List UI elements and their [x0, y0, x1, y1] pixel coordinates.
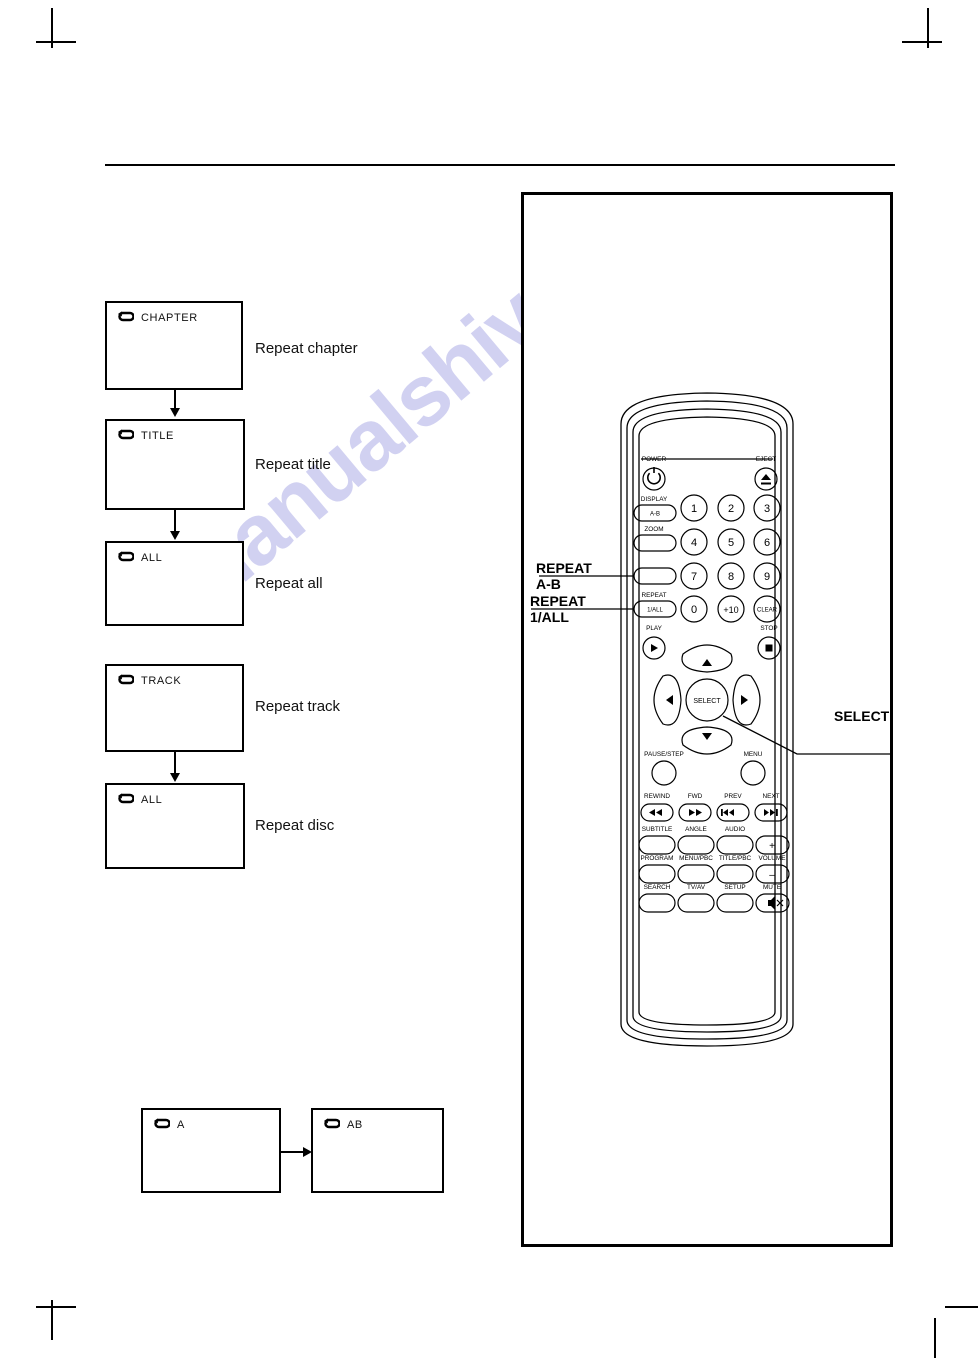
- osd-box-a: A: [141, 1108, 281, 1193]
- osd-box-track: TRACK: [105, 664, 244, 752]
- program-label: PROGRAM: [640, 855, 673, 862]
- osd-box-chapter: CHAPTER: [105, 301, 243, 390]
- flow-arrow-ab: [281, 1147, 312, 1157]
- caption-repeat-all: Repeat all: [255, 575, 323, 592]
- play-label: PLAY: [646, 625, 663, 632]
- number-1: 1: [691, 503, 697, 515]
- zoom-label: ZOOM: [644, 526, 663, 533]
- power-label: POWER: [642, 456, 667, 463]
- eject-icon-bar: [761, 482, 771, 485]
- crop-mark-top-left-v: [51, 8, 53, 48]
- repeat-caption-label: REPEAT: [641, 592, 666, 599]
- stop-label: STOP: [760, 625, 777, 632]
- title-label: TITLE/PBC: [719, 855, 752, 862]
- previous-icon-bar: [721, 809, 723, 816]
- tv-av-label: TV/AV: [687, 884, 706, 891]
- osd-box-all-dvd: ALL: [105, 541, 244, 626]
- volume-label: VOLUME: [759, 855, 786, 862]
- audio-label: AUDIO: [725, 826, 745, 833]
- display-label: DISPLAY: [641, 496, 668, 503]
- prev-label: PREV: [724, 793, 742, 800]
- manual-page: manualshive CHAPTER Repeat chapter TITLE…: [0, 0, 978, 1358]
- caption-repeat-track: Repeat track: [255, 698, 341, 715]
- osd-box-title: TITLE: [105, 419, 245, 510]
- select-button-label: SELECT: [693, 698, 721, 705]
- search-label: SEARCH: [644, 884, 671, 891]
- repeat-icon: [118, 551, 134, 562]
- mute-icon-x: [776, 899, 784, 907]
- mute-label: MUTE: [763, 884, 781, 891]
- callout-repeat-ab: REPEAT A-B: [536, 560, 592, 592]
- flow-arrow-3: [170, 752, 180, 782]
- repeat-icon: [324, 1118, 340, 1129]
- number-2: 2: [728, 503, 734, 515]
- next-icon-bar: [776, 809, 778, 816]
- volume-up-sign: +: [769, 841, 775, 852]
- number-4: 4: [691, 537, 697, 549]
- osd-box-ab: AB: [311, 1108, 444, 1193]
- number-5: 5: [728, 537, 734, 549]
- osd-label: ALL: [141, 551, 163, 564]
- number-7: 7: [691, 571, 697, 583]
- setup-label: SETUP: [724, 884, 745, 891]
- callout-repeat-1all: REPEAT 1/ALL: [530, 593, 586, 625]
- flow-arrow-2: [170, 510, 180, 540]
- number-9: 9: [764, 571, 770, 583]
- repeat-icon: [154, 1118, 170, 1129]
- ab-button-label: A-B: [650, 512, 660, 518]
- number-3: 3: [764, 503, 770, 515]
- crop-mark-bottom-right-h: [945, 1306, 978, 1308]
- crop-mark-bottom-left-v: [51, 1300, 53, 1340]
- caption-repeat-title: Repeat title: [255, 456, 331, 473]
- menu-label: MENU: [744, 751, 763, 758]
- rewind-label: REWIND: [644, 793, 670, 800]
- angle-label: ANGLE: [685, 826, 707, 833]
- header-rule: [105, 164, 895, 166]
- caption-repeat-chapter: Repeat chapter: [255, 340, 358, 357]
- osd-label: ALL: [141, 793, 163, 806]
- repeat-icon: [118, 674, 134, 685]
- crop-mark-top-right-h: [902, 41, 942, 43]
- pause-step-label: PAUSE/STEP: [644, 751, 684, 758]
- caption-repeat-disc: Repeat disc: [255, 817, 335, 834]
- forward-label: FWD: [688, 793, 703, 800]
- number-6: 6: [764, 537, 770, 549]
- osd-label: TRACK: [141, 674, 182, 687]
- eject-label: EJECT: [756, 456, 776, 463]
- flow-arrow-1: [170, 390, 180, 417]
- callout-select: SELECT: [834, 708, 890, 724]
- crop-mark-bottom-right-v: [934, 1318, 936, 1358]
- next-label: NEXT: [762, 793, 779, 800]
- osd-box-all-cd: ALL: [105, 783, 245, 869]
- clear-button-label: CLEAR: [757, 608, 778, 614]
- number-0: 0: [691, 604, 697, 616]
- osd-label: AB: [347, 1118, 363, 1131]
- crop-mark-top-right-v: [927, 8, 929, 48]
- repeat-icon: [118, 311, 134, 322]
- subtitle-label: SUBTITLE: [642, 826, 673, 833]
- number-8: 8: [728, 571, 734, 583]
- repeat-icon: [118, 429, 134, 440]
- repeat-icon: [118, 793, 134, 804]
- menu-pbc-label: MENU/PBC: [679, 855, 713, 862]
- number-plus10: +10: [723, 605, 738, 615]
- crop-mark-top-left-h: [36, 41, 76, 43]
- stop-icon: [765, 644, 773, 652]
- osd-label: TITLE: [141, 429, 174, 442]
- volume-down-sign: –: [769, 870, 775, 881]
- osd-label: CHAPTER: [141, 311, 198, 324]
- crop-mark-bottom-left-h: [36, 1306, 76, 1308]
- osd-label: A: [177, 1118, 185, 1131]
- repeat-1all-button-label: 1/ALL: [647, 608, 663, 614]
